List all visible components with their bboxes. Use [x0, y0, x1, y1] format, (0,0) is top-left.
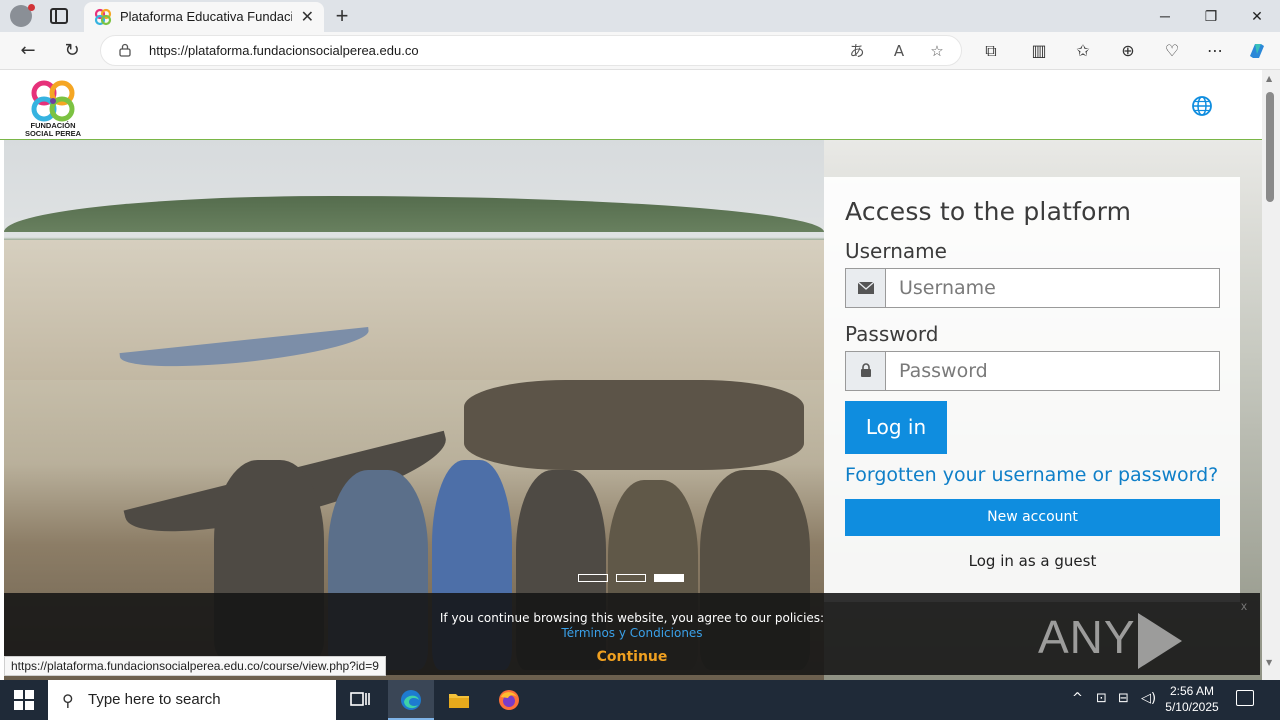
- username-label: Username: [845, 239, 947, 263]
- windows-taskbar: ⚲ Type here to search ^ ⊡ ⊟ ◁) 2:56 AM 5…: [0, 680, 1280, 720]
- network-icon[interactable]: ⊟: [1118, 691, 1129, 706]
- cookie-continue-button[interactable]: Continue: [592, 649, 672, 665]
- new-tab-button[interactable]: +: [330, 2, 354, 30]
- address-bar[interactable]: https://plataforma.fundacionsocialperea.…: [100, 35, 962, 66]
- tray-chevron-up-icon[interactable]: ^: [1072, 691, 1083, 706]
- login-form-card: Access to the platform Username Password…: [824, 177, 1240, 602]
- more-menu-icon[interactable]: ⋯: [1204, 40, 1226, 62]
- task-view-icon[interactable]: [348, 688, 372, 712]
- clock-time: 2:56 AM: [1169, 684, 1215, 698]
- clock-date: 5/10/2025: [1165, 700, 1219, 714]
- browser-tab-bar: Plataforma Educativa Fundación ✕ + ─ ❐ ✕: [0, 0, 1280, 32]
- tab-close-icon[interactable]: ✕: [301, 7, 314, 27]
- username-addon: [846, 269, 886, 307]
- watermark-right: RUN: [1038, 670, 1141, 680]
- extensions-icon[interactable]: ⧉: [980, 40, 1002, 62]
- hero-treeline: [4, 196, 824, 232]
- slide-indicator-2[interactable]: [616, 574, 646, 582]
- globe-icon[interactable]: [1190, 94, 1214, 118]
- lock-icon: [861, 363, 871, 377]
- windows-start-icon[interactable]: [14, 690, 34, 710]
- scroll-up-icon[interactable]: ▲: [1266, 74, 1272, 83]
- read-aloud-icon[interactable]: A: [889, 41, 909, 61]
- notification-center-icon[interactable]: [1236, 690, 1254, 706]
- password-input[interactable]: [887, 352, 1219, 390]
- new-account-button[interactable]: New account: [845, 499, 1220, 536]
- web-page: FUNDACIÓN SOCIAL PEREA Access to the pla…: [0, 70, 1262, 680]
- browser-essentials-icon[interactable]: ♡: [1161, 40, 1183, 62]
- username-input[interactable]: [887, 269, 1219, 307]
- file-explorer-icon[interactable]: [447, 688, 471, 712]
- watermark-left: ANY: [1038, 611, 1136, 663]
- slide-indicator-1[interactable]: [578, 574, 608, 582]
- back-arrow-icon[interactable]: ←: [16, 39, 40, 63]
- scroll-down-icon[interactable]: ▼: [1266, 658, 1272, 667]
- favorite-star-icon[interactable]: ☆: [927, 41, 947, 61]
- favorites-icon[interactable]: ✩: [1072, 40, 1094, 62]
- volume-icon[interactable]: ◁): [1141, 691, 1156, 706]
- site-favicon-icon: [94, 8, 112, 26]
- site-header: FUNDACIÓN SOCIAL PEREA: [0, 70, 1262, 140]
- login-button[interactable]: Log in: [845, 401, 947, 454]
- copilot-icon[interactable]: [1246, 40, 1268, 62]
- login-title: Access to the platform: [845, 197, 1132, 226]
- tray-device-icon[interactable]: ⊡: [1096, 691, 1107, 706]
- taskbar-search-box[interactable]: ⚲ Type here to search: [48, 680, 336, 720]
- translate-icon[interactable]: あ: [847, 41, 867, 61]
- password-label: Password: [845, 322, 939, 346]
- lock-icon[interactable]: [119, 43, 131, 57]
- address-url-text[interactable]: https://plataforma.fundacionsocialperea.…: [149, 43, 419, 58]
- split-screen-icon[interactable]: ▥: [1028, 40, 1050, 62]
- slide-indicator-3-active[interactable]: [654, 574, 684, 582]
- guest-login-button[interactable]: Log in as a guest: [845, 552, 1220, 570]
- collections-icon[interactable]: ⊕: [1117, 40, 1139, 62]
- browser-toolbar: ← ↻ https://plataforma.fundacionsocialpe…: [0, 32, 1280, 70]
- search-icon: ⚲: [62, 691, 74, 710]
- taskbar-clock[interactable]: 2:56 AM 5/10/2025: [1160, 683, 1224, 715]
- envelope-icon: [858, 282, 874, 294]
- edge-browser-icon[interactable]: [399, 688, 423, 712]
- refresh-icon[interactable]: ↻: [60, 39, 84, 63]
- hero-boat: [464, 380, 804, 470]
- profile-notification-badge: [28, 4, 35, 11]
- firefox-icon[interactable]: [497, 688, 521, 712]
- window-restore-button[interactable]: ❐: [1188, 0, 1234, 32]
- password-field[interactable]: [845, 351, 1220, 391]
- forgot-password-link[interactable]: Forgotten your username or password?: [845, 464, 1218, 486]
- scrollbar-thumb[interactable]: [1266, 92, 1274, 202]
- browser-tab-active[interactable]: Plataforma Educativa Fundación ✕: [84, 2, 324, 32]
- window-minimize-button[interactable]: ─: [1142, 0, 1188, 32]
- tab-actions-icon[interactable]: [50, 8, 68, 24]
- page-scrollbar[interactable]: ▲ ▼: [1262, 70, 1280, 680]
- window-close-button[interactable]: ✕: [1234, 0, 1280, 32]
- username-field[interactable]: [845, 268, 1220, 308]
- link-status-tooltip: https://plataforma.fundacionsocialperea.…: [4, 656, 386, 676]
- password-addon: [846, 352, 886, 390]
- anyrun-watermark: ANY RUN: [1038, 610, 1262, 680]
- tab-title: Plataforma Educativa Fundación: [120, 9, 292, 24]
- taskbar-search-placeholder: Type here to search: [88, 691, 221, 708]
- logo-text-line2: SOCIAL PEREA: [24, 129, 82, 138]
- play-icon: [1137, 612, 1182, 669]
- logo-wordmark: FUNDACIÓN SOCIAL PEREA: [20, 122, 86, 138]
